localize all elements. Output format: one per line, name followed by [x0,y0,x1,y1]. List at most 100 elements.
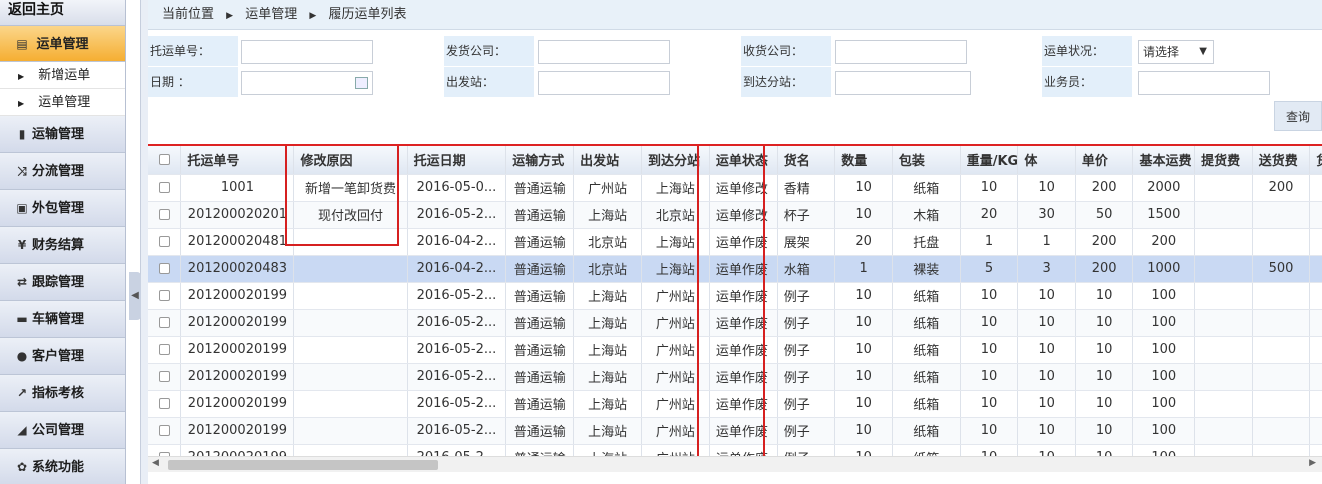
row-checkbox-cell[interactable] [148,309,182,337]
column-header[interactable]: 运输方式 [505,146,575,175]
scroll-left-icon[interactable]: ◀ [152,458,159,468]
column-header[interactable]: 出发站 [573,146,642,175]
horizontal-scrollbar[interactable]: ◀ ▶ [148,456,1322,472]
column-header[interactable]: 体 [1017,146,1076,175]
column-header[interactable]: 货物价 [1309,146,1322,175]
table-cell: 上海站 [641,228,710,256]
sidebar-item-briefcase[interactable]: ▣ 外包管理 [0,190,125,227]
table-row[interactable]: 201200020481 2016-04-2... 普通运输 北京站 上海站 运单作废 展架… [148,228,1322,256]
column-header[interactable]: 单价 [1075,146,1134,175]
table-cell: 例子 [777,282,836,310]
column-header[interactable]: 货名 [777,146,836,175]
table-row[interactable]: 201200020199 2016-05-2...普通运输上海站广州站运单作废例子… [148,309,1322,337]
table-cell [1252,444,1311,456]
table-row[interactable]: 201200020199 2016-05-2...普通运输上海站广州站运单作废例子… [148,336,1322,364]
destination-station-input[interactable] [835,71,971,95]
table-cell: 200 [1075,174,1134,202]
column-header[interactable]: 提货费 [1194,146,1253,175]
row-checkbox-cell[interactable] [148,390,182,418]
sidebar-item-send[interactable]: ◢ 公司管理 [0,412,125,449]
row-checkbox[interactable] [158,182,170,193]
table-row[interactable]: 201200020201 现付改回付 2016-05-2... 普通运输 上海站 北京站运… [148,201,1322,229]
table-row[interactable]: 201200020483 2016-04-2... 普通运输 北京站 上海站 运单作废 水箱… [148,255,1322,283]
table-row[interactable]: 201200020199 2016-05-2...普通运输上海站广州站运单作废例子… [148,390,1322,418]
column-header[interactable]: 到达分站 [641,146,710,175]
sidebar-item-transport[interactable]: ▮ 运输管理 [0,116,125,153]
row-checkbox[interactable] [158,236,170,247]
column-header[interactable]: 基本运费 [1132,146,1196,175]
select-all-checkbox-cell[interactable] [148,146,182,175]
column-header[interactable]: 托运单号 [180,146,295,175]
sidebar-item-waybill-management[interactable]: ▤ 运单管理 [0,26,125,62]
row-checkbox-cell[interactable] [148,363,182,391]
salesman-input[interactable] [1138,71,1270,95]
scroll-right-icon[interactable]: ▶ [1309,458,1316,468]
briefcase-icon: ▣ [16,201,28,215]
row-checkbox[interactable] [158,209,170,220]
column-header[interactable]: 数量 [834,146,893,175]
column-header[interactable]: 托运日期 [407,146,507,175]
row-checkbox-cell[interactable] [148,417,182,445]
row-checkbox-cell[interactable] [148,174,182,202]
table-cell: 2016-05-0... [407,174,507,202]
sidebar-item-yen[interactable]: ¥ 财务结算 [0,227,125,264]
row-checkbox[interactable] [158,371,170,382]
table-cell: 普通运输 [505,390,575,418]
table-cell: 2016-05-2... [407,309,507,337]
collapse-sidebar-button[interactable]: ◀ [129,272,141,320]
column-header[interactable]: 运单状态 [709,146,778,175]
shipper-input[interactable] [538,40,670,64]
row-checkbox[interactable] [158,263,170,274]
row-checkbox-cell[interactable] [148,255,182,283]
column-header[interactable]: 送货费 [1252,146,1311,175]
column-header[interactable]: 修改原因 [293,146,408,175]
table-row[interactable]: 201200020199 2016-05-2...普通运输上海站广州站运单作废例子… [148,282,1322,310]
row-checkbox-cell[interactable] [148,444,182,456]
select-all-checkbox[interactable] [158,154,170,166]
sidebar-subitem-new-waybill[interactable]: ▶ 新增运单 [0,62,125,89]
table-cell: 2016-05-2... [407,282,507,310]
column-header[interactable]: 重量/KG [960,146,1019,175]
table-cell: 上海站 [573,363,642,391]
date-input[interactable] [241,71,373,95]
row-checkbox-cell[interactable] [148,201,182,229]
calendar-icon[interactable] [355,77,368,89]
sidebar-item-car[interactable]: ▬ 车辆管理 [0,301,125,338]
breadcrumb-waybill-management[interactable]: 运单管理 [245,7,297,22]
table-row[interactable]: 201200020199 2016-05-2...普通运输上海站广州站运单作废例子… [148,363,1322,391]
row-checkbox-cell[interactable] [148,336,182,364]
table-cell: 10 [1017,444,1076,456]
table-cell: 纸箱 [892,444,961,456]
table-cell: 运单作废 [709,336,778,364]
table-row[interactable]: 1001 新增一笔卸货费 2016-05-0... 普通运输 广州站 上海站 运单修改 香精 1… [148,174,1322,202]
sidebar-item-user[interactable]: ● 客户管理 [0,338,125,375]
row-checkbox[interactable] [158,398,170,409]
origin-station-input[interactable] [538,71,670,95]
sidebar-item-retweet[interactable]: ⇄ 跟踪管理 [0,264,125,301]
table-row[interactable]: 201200020199 2016-05-2...普通运输上海站广州站运单作废例子… [148,444,1322,456]
table-cell: 10 [1075,282,1134,310]
table-row[interactable]: 201200020199 2016-05-2...普通运输上海站广州站运单作废例子… [148,417,1322,445]
scrollbar-thumb[interactable] [168,460,438,470]
row-checkbox-cell[interactable] [148,228,182,256]
status-select[interactable]: 请选择 ▼ [1138,40,1214,64]
sidebar-item-shuffle[interactable]: ⤨ 分流管理 [0,153,125,190]
home-link[interactable]: 返回主页 [0,0,125,26]
table-cell: 100 [1132,444,1196,456]
table-header-row: 托运单号 修改原因 托运日期 运输方式 出发站 到达分站 运单状态 货名 数量 包装 重量/KG 体单… [148,146,1322,175]
row-checkbox[interactable] [158,344,170,355]
row-checkbox[interactable] [158,425,170,436]
row-checkbox-cell[interactable] [148,282,182,310]
receiver-input[interactable] [835,40,967,64]
row-checkbox[interactable] [158,317,170,328]
sidebar-divider [140,0,148,484]
sidebar-subitem-waybill-management[interactable]: ▶ 运单管理 [0,89,125,116]
app-window: 返回主页 ▤ 运单管理 ▶ 新增运单 ▶ 运单管理 ▮ 运输管理 ⤨ 分流管理 ▣ 外包管… [0,0,1322,484]
query-button[interactable]: 查询 [1274,101,1322,131]
sidebar-item-gear[interactable]: ✿ 系统功能 [0,449,125,484]
sidebar-item-line-chart[interactable]: ↗ 指标考核 [0,375,125,412]
row-checkbox[interactable] [158,290,170,301]
table-cell: 500 [1252,255,1311,283]
column-header[interactable]: 包装 [892,146,961,175]
tracking-no-input[interactable] [241,40,373,64]
